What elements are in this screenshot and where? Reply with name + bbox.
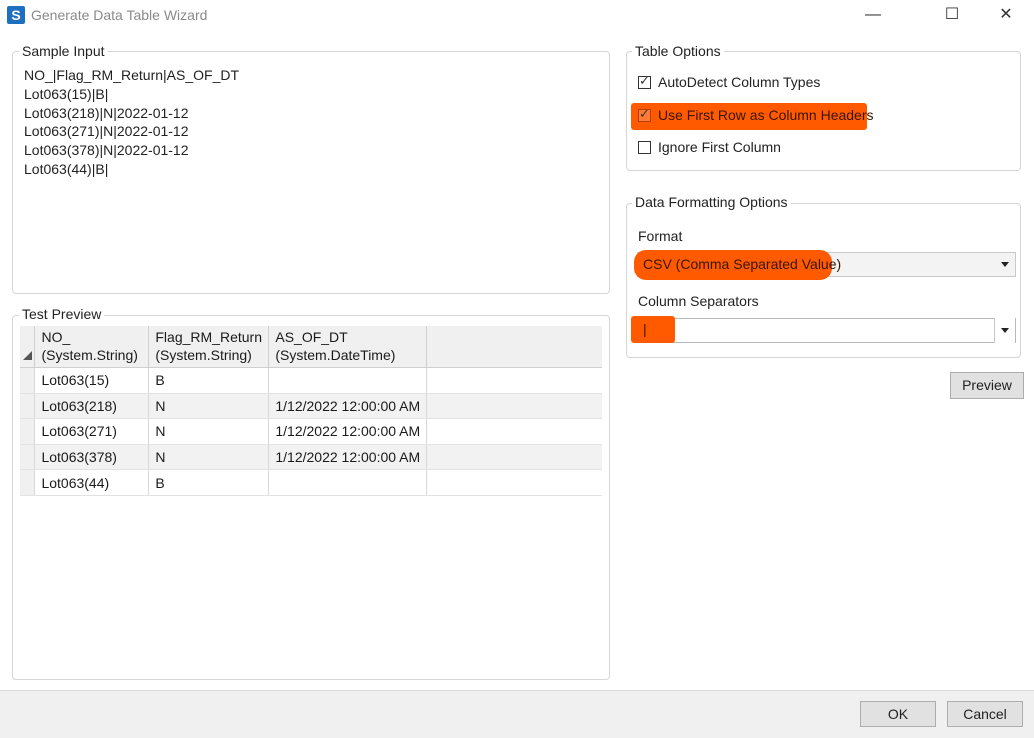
first-row-headers-checkbox[interactable] [638,106,651,122]
sample-input-line: Lot063(378)|N|2022-01-12 [24,142,189,159]
table-row[interactable]: Lot063(15) B [20,367,602,394]
table-options-legend: Table Options [632,43,724,59]
table-row[interactable]: Lot063(378) N 1/12/2022 12:00:00 AM [20,444,602,471]
preview-button[interactable]: Preview [950,372,1024,399]
first-row-headers-label[interactable]: Use First Row as Column Headers [658,107,874,123]
data-formatting-legend: Data Formatting Options [632,194,791,210]
grid-corner[interactable] [20,326,36,368]
column-name: NO_ [41,329,71,345]
cell[interactable]: 1/12/2022 12:00:00 AM [268,393,428,420]
cell-empty [426,469,602,496]
column-header[interactable]: NO_ (System.String) [34,326,150,368]
ignore-first-column-checkbox[interactable] [638,141,651,154]
preview-grid[interactable]: NO_ (System.String) Flag_RM_Return (System… [20,326,602,496]
sample-input-line: Lot063(271)|N|2022-01-12 [24,123,189,140]
sample-input-line: NO_|Flag_RM_Return|AS_OF_DT [24,67,240,83]
test-preview-legend: Test Preview [19,306,105,322]
row-header[interactable] [20,418,36,445]
window-title: Generate Data Table Wizard [31,7,208,23]
cell[interactable]: 1/12/2022 12:00:00 AM [268,444,428,471]
cell[interactable]: Lot063(378) [34,444,150,471]
table-row[interactable]: Lot063(271) N 1/12/2022 12:00:00 AM [20,418,602,445]
separators-input-value[interactable]: | [643,321,647,337]
row-header[interactable] [20,367,36,394]
cell[interactable]: N [148,393,270,420]
ok-button[interactable]: OK [860,701,936,727]
format-select-value: CSV (Comma Separated Value) [643,256,842,272]
cell[interactable] [268,469,428,496]
cell-empty [426,418,602,445]
cell-empty [426,393,602,420]
sample-input-line: Lot063(44)|B| [24,160,109,177]
column-type: (System.DateTime) [275,347,396,363]
cell[interactable]: N [148,444,270,471]
select-all-icon [23,351,32,360]
row-header[interactable] [20,469,36,496]
column-header-empty [426,326,602,368]
sample-input-line: Lot063(218)|N|2022-01-12 [24,104,189,121]
cell[interactable]: B [148,367,270,394]
column-type: (System.String) [41,347,138,363]
cell[interactable]: Lot063(218) [34,393,150,420]
maximize-button[interactable]: ☐ [929,0,975,32]
table-row[interactable]: Lot063(44) B [20,469,602,496]
row-header[interactable] [20,444,36,471]
cancel-button[interactable]: Cancel [947,701,1023,727]
cell[interactable]: N [148,418,270,445]
column-header[interactable]: AS_OF_DT (System.DateTime) [268,326,428,368]
cell[interactable] [268,367,428,394]
cell[interactable]: Lot063(15) [34,367,150,394]
app-icon: S [7,6,25,24]
column-name: Flag_RM_Return [155,329,262,345]
separators-combo[interactable] [637,318,1016,343]
sample-input-legend: Sample Input [19,43,108,59]
row-header[interactable] [20,393,36,420]
autodetect-label[interactable]: AutoDetect Column Types [658,74,820,90]
highlight-separators [631,316,675,343]
cell-empty [426,444,602,471]
minimize-button[interactable]: — [850,0,896,32]
sample-input-text[interactable]: NO_|Flag_RM_Return|AS_OF_DT Lot063(15)|B|… [24,66,239,179]
column-name: AS_OF_DT [275,329,348,345]
cell[interactable]: Lot063(44) [34,469,150,496]
sample-input-line: Lot063(15)|B| [24,85,109,102]
close-button[interactable]: ✕ [983,0,1029,32]
cell-empty [426,367,602,394]
cell[interactable]: 1/12/2022 12:00:00 AM [268,418,428,445]
autodetect-checkbox[interactable] [638,73,651,89]
chevron-down-icon [1001,328,1009,333]
chevron-down-icon [1001,262,1009,267]
cell[interactable]: B [148,469,270,496]
column-separators-label: Column Separators [638,293,759,309]
column-type: (System.String) [155,347,252,363]
column-header[interactable]: Flag_RM_Return (System.String) [148,326,270,368]
cell[interactable]: Lot063(271) [34,418,150,445]
format-label: Format [638,228,683,244]
table-row[interactable]: Lot063(218) N 1/12/2022 12:00:00 AM [20,393,602,420]
ignore-first-column-label[interactable]: Ignore First Column [658,139,781,155]
